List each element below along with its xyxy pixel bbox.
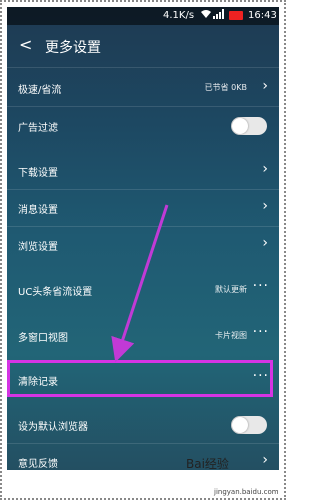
setting-browsing[interactable]: 浏览设置 ›: [7, 227, 279, 263]
setting-value: 卡片视图: [215, 331, 247, 340]
setting-label: 浏览设置: [18, 242, 58, 253]
clock: 16:43: [248, 10, 277, 21]
chevron-right-icon: ›: [262, 452, 268, 468]
setting-label: 消息设置: [18, 205, 58, 216]
setting-label: 多窗口视图: [18, 333, 68, 344]
chevron-right-icon: ›: [262, 161, 268, 177]
watermark-url: jingyan.baidu.com: [214, 488, 279, 496]
chevron-right-icon: ›: [262, 198, 268, 214]
more-icon[interactable]: ···: [253, 278, 269, 294]
setting-messages[interactable]: 消息设置 ›: [7, 190, 279, 226]
more-icon[interactable]: ···: [253, 324, 269, 340]
setting-feedback[interactable]: 意见反馈 ›: [7, 444, 279, 470]
setting-multi-window[interactable]: 多窗口视图 卡片视图 ···: [7, 318, 279, 354]
setting-label: 广告过滤: [18, 123, 58, 134]
default-browser-toggle[interactable]: [231, 416, 267, 434]
setting-default-browser[interactable]: 设为默认浏览器: [7, 407, 279, 443]
setting-label: 极速/省流: [18, 85, 62, 96]
setting-value: 已节省 0KB: [204, 83, 247, 92]
setting-speed-saving[interactable]: 极速/省流 已节省 0KB ›: [7, 70, 279, 106]
setting-label: 设为默认浏览器: [18, 422, 88, 433]
battery-icon: [229, 11, 243, 20]
status-bar: 4.1K/s 16:43: [7, 7, 279, 25]
divider: [7, 67, 279, 68]
highlight-box: [7, 360, 273, 397]
back-arrow-icon[interactable]: <: [19, 35, 32, 54]
setting-label: 下载设置: [18, 168, 58, 179]
page-title: 更多设置: [45, 40, 101, 56]
setting-value: 默认更新: [215, 285, 247, 294]
network-speed: 4.1K/s: [163, 10, 195, 21]
signal-icon: [213, 9, 225, 22]
setting-ad-filter[interactable]: 广告过滤: [7, 108, 279, 144]
toggle-knob: [232, 417, 248, 433]
setting-download[interactable]: 下载设置 ›: [7, 153, 279, 189]
setting-label: UC头条省流设置: [18, 287, 93, 298]
chevron-right-icon: ›: [262, 78, 268, 94]
divider: [7, 106, 279, 107]
chevron-right-icon: ›: [262, 235, 268, 251]
phone-screen: 4.1K/s 16:43 < 更多设置 极速/省流 已节省 0KB › 广告过滤…: [7, 7, 279, 470]
toggle-knob: [232, 118, 248, 134]
setting-label: 意见反馈: [18, 459, 58, 470]
setting-uc-headlines[interactable]: UC头条省流设置 默认更新 ···: [7, 272, 279, 308]
watermark-logo: Bai经验: [186, 457, 229, 471]
wifi-icon: [201, 9, 211, 22]
ad-filter-toggle[interactable]: [231, 117, 267, 135]
header-bar: < 更多设置: [7, 25, 279, 67]
